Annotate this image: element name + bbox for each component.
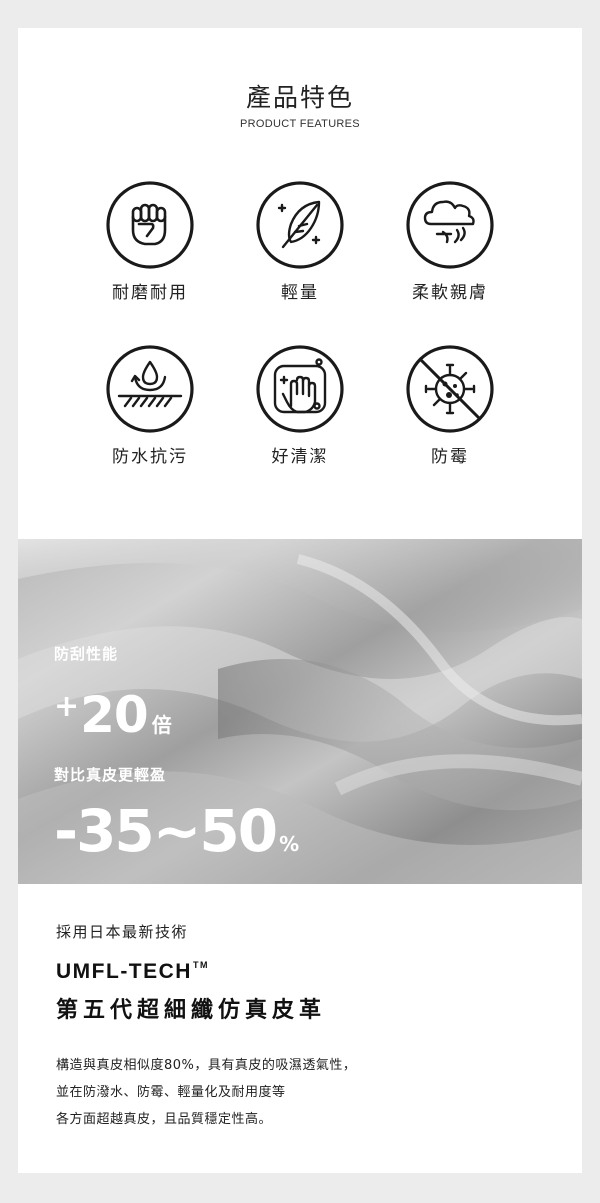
leather-banner: 防刮性能 +20 倍 對比真皮更輕盈 -35~50% bbox=[18, 539, 582, 884]
scratch-value-unit: 倍 bbox=[151, 713, 172, 737]
scratch-value-number: 20 bbox=[80, 686, 149, 744]
soft-cloud-icon bbox=[406, 181, 494, 269]
weight-value-unit: % bbox=[279, 832, 300, 856]
weight-reduction-value: -35~50% bbox=[54, 797, 299, 878]
tech-headline: 第五代超細纖仿真皮革 bbox=[56, 998, 327, 1023]
fist-icon bbox=[106, 181, 194, 269]
description-line: 構造與真皮相似度80%，具有真皮的吸濕透氣性， bbox=[56, 1058, 357, 1073]
wipe-hand-icon bbox=[256, 345, 344, 433]
feature-soft: 柔軟親膚 bbox=[375, 180, 525, 303]
tech-description: 構造與真皮相似度80%，具有真皮的吸濕透氣性， 並在防潑水、防霉、輕量化及耐用度… bbox=[56, 1052, 356, 1133]
description-line: 並在防潑水、防霉、輕量化及耐用度等 bbox=[56, 1085, 286, 1100]
feature-label: 柔軟親膚 bbox=[412, 283, 488, 303]
description-line: 各方面超越真皮，且品質穩定性高。 bbox=[56, 1112, 273, 1127]
trademark: TM bbox=[192, 960, 209, 970]
tech-name: UMFL-TECHTM bbox=[56, 960, 209, 984]
tech-intro: 採用日本最新技術 bbox=[56, 923, 189, 941]
tech-name-text: UMFL-TECH bbox=[56, 960, 192, 983]
weight-value-number: -35~50 bbox=[54, 797, 278, 865]
feature-waterproof: 防水抗污 bbox=[75, 344, 225, 467]
feature-durable: 耐磨耐用 bbox=[75, 180, 225, 303]
weight-comparison-label: 對比真皮更輕盈 bbox=[54, 766, 167, 784]
feature-anti-mold: 防霉 bbox=[375, 344, 525, 467]
page-subtitle: PRODUCT FEATURES bbox=[240, 118, 360, 130]
scratch-resistance-label: 防刮性能 bbox=[54, 645, 119, 663]
plus-sign: + bbox=[54, 689, 79, 724]
no-mold-icon bbox=[406, 345, 494, 433]
feature-label: 輕量 bbox=[281, 283, 319, 303]
feature-label: 防水抗污 bbox=[112, 447, 188, 467]
product-features-card: 產品特色 PRODUCT FEATURES 耐磨耐用 輕量 柔軟親膚 防水抗污 … bbox=[18, 28, 582, 1173]
feather-icon bbox=[256, 181, 344, 269]
feature-label: 防霉 bbox=[431, 447, 469, 467]
scratch-resistance-value: +20 倍 bbox=[54, 677, 172, 755]
feature-lightweight: 輕量 bbox=[225, 180, 375, 303]
feature-label: 耐磨耐用 bbox=[112, 283, 188, 303]
water-drop-icon bbox=[106, 345, 194, 433]
feature-easy-clean: 好清潔 bbox=[225, 344, 375, 467]
page-title: 產品特色 bbox=[245, 83, 354, 112]
feature-label: 好清潔 bbox=[271, 447, 329, 467]
